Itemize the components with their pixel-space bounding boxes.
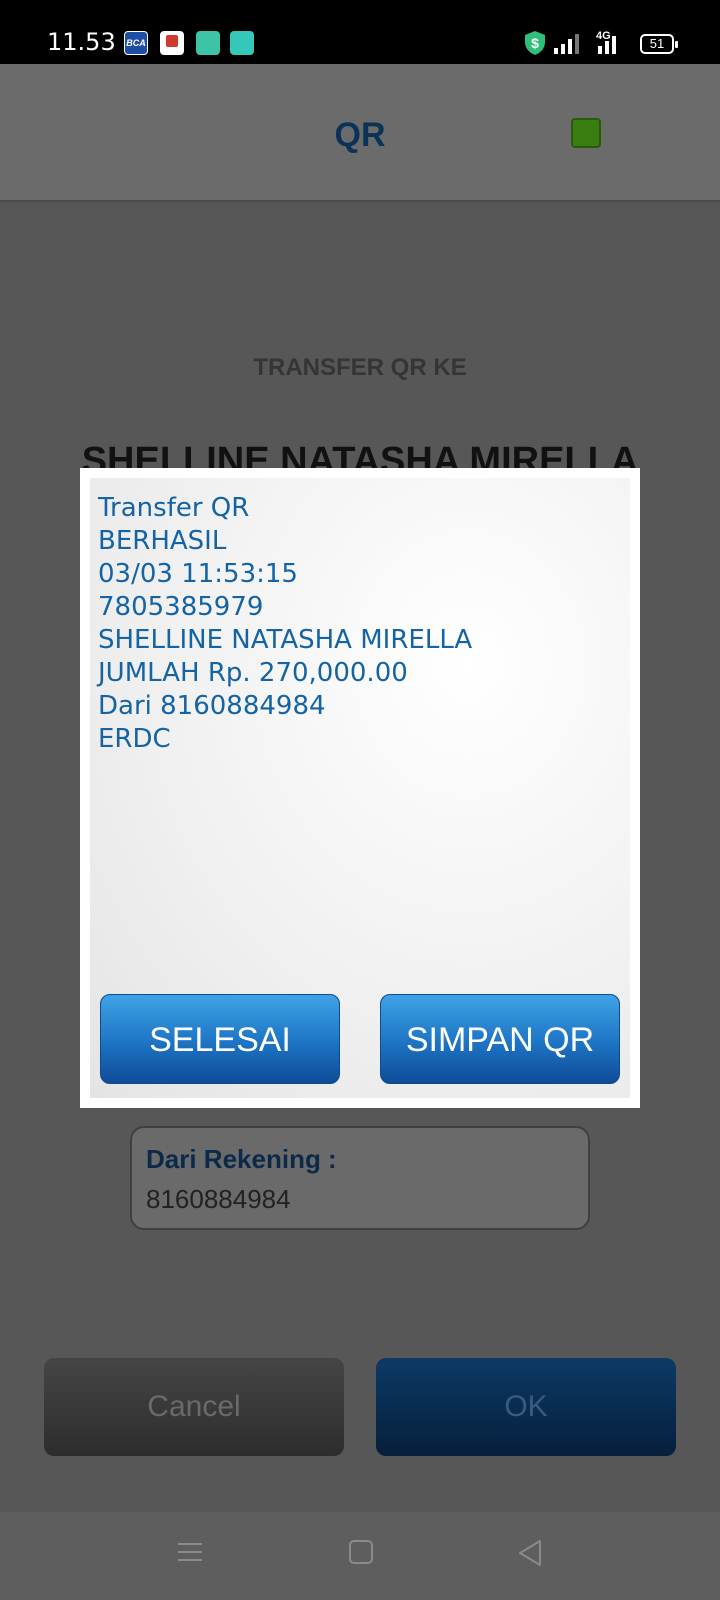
- app-header: QR: [0, 64, 720, 202]
- bca-mobile-icon: BCA: [124, 31, 148, 55]
- receipt-line: 03/03 11:53:15: [98, 559, 298, 589]
- selesai-button[interactable]: SELESAI: [100, 994, 340, 1084]
- teal-app-icon: [196, 31, 220, 55]
- receipt-line: BERHASIL: [98, 526, 227, 556]
- transfer-label: TRANSFER QR KE: [253, 354, 467, 381]
- from-account-label: Dari Rekening :: [146, 1144, 337, 1174]
- page-title: QR: [334, 116, 386, 154]
- receipt-line: SHELLINE NATASHA MIRELLA: [98, 625, 473, 655]
- receipt-line: JUMLAH Rp. 270,000.00: [98, 658, 408, 688]
- back-icon[interactable]: [516, 1538, 544, 1568]
- status-bar: 11.53 BCA $ 4G 51: [0, 0, 720, 64]
- svg-text:$: $: [531, 35, 539, 51]
- cancel-button[interactable]: Cancel: [44, 1358, 344, 1456]
- dialog-body: Transfer QR BERHASIL 03/03 11:53:15 7805…: [90, 478, 630, 1098]
- ok-button[interactable]: OK: [376, 1358, 676, 1456]
- simpan-qr-button[interactable]: SIMPAN QR: [380, 994, 620, 1084]
- battery-icon: 51: [640, 34, 678, 54]
- system-nav-bar: [0, 1512, 720, 1600]
- shield-icon: $: [525, 31, 545, 55]
- connection-status-indicator: [571, 118, 601, 148]
- home-icon[interactable]: [348, 1538, 374, 1566]
- transfer-receipt-text: Transfer QR BERHASIL 03/03 11:53:15 7805…: [98, 492, 472, 756]
- menu-icon[interactable]: [176, 1538, 204, 1566]
- transfer-result-dialog: Transfer QR BERHASIL 03/03 11:53:15 7805…: [80, 468, 640, 1108]
- red-app-icon: [160, 31, 184, 55]
- teal-app-icon-2: [230, 31, 254, 55]
- receipt-line: Dari 8160884984: [98, 691, 326, 721]
- receipt-line: ERDC: [98, 724, 171, 754]
- receipt-line: 7805385979: [98, 592, 264, 622]
- from-account-value: 8160884984: [146, 1184, 291, 1214]
- status-time: 11.53: [47, 28, 116, 56]
- signal-icon-2: [598, 36, 616, 54]
- signal-icon: [554, 34, 579, 54]
- receipt-line: Transfer QR: [98, 493, 250, 523]
- from-account-box: Dari Rekening : 8160884984: [130, 1126, 590, 1230]
